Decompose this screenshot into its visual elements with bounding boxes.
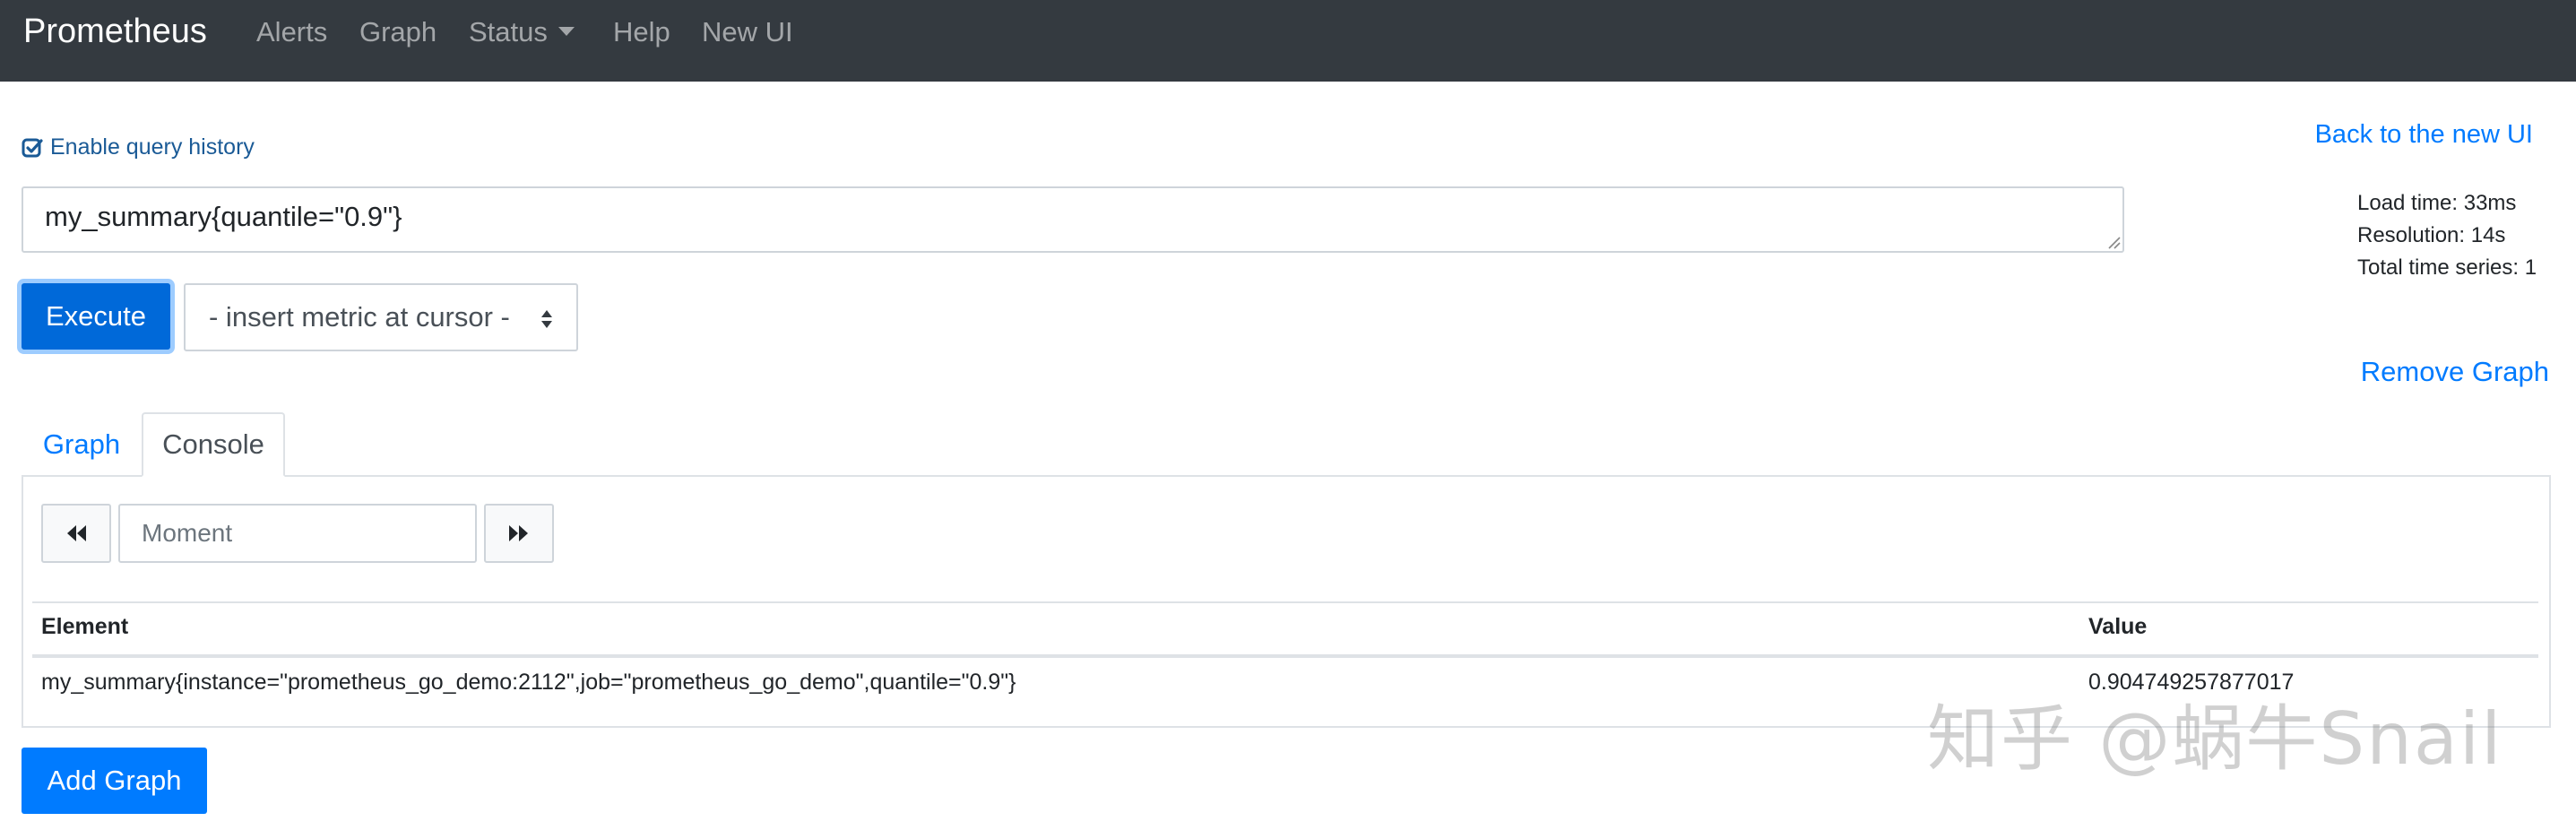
tab-console[interactable]: Console [142,412,285,477]
navbar: Prometheus Alerts Graph Status Help New … [0,0,2576,82]
column-header-element: Element [41,614,129,639]
nav-new-ui[interactable]: New UI [702,16,793,48]
moment-input[interactable] [118,504,477,563]
table-header-border [32,654,2538,658]
add-graph-button[interactable]: Add Graph [22,748,207,814]
remove-graph-link[interactable]: Remove Graph [2361,356,2549,388]
brand-link[interactable]: Prometheus [23,13,207,51]
back-to-new-ui-link[interactable]: Back to the new UI [2315,120,2533,150]
time-forward-button[interactable] [484,504,554,563]
query-history-label: Enable query history [50,134,255,160]
total-time-series: Total time series: 1 [2357,255,2537,280]
backward-icon [67,525,86,541]
query-history-toggle[interactable]: Enable query history [22,134,255,160]
resolution: Resolution: 14s [2357,223,2506,247]
nav-status-label: Status [469,16,548,48]
nav-alerts[interactable]: Alerts [256,16,327,48]
time-back-button[interactable] [41,504,111,563]
insert-metric-select-value: - insert metric at cursor - [209,301,510,333]
sort-icon [541,310,552,328]
forward-icon [509,525,528,541]
nav-status-dropdown[interactable]: Status [469,16,575,48]
nav-graph[interactable]: Graph [359,16,437,48]
execute-button[interactable]: Execute [22,283,170,350]
table-row-element: my_summary{instance="prometheus_go_demo:… [41,670,1016,695]
expression-input[interactable] [22,186,2124,253]
column-header-value: Value [2088,614,2148,639]
check-square-icon [22,138,43,157]
load-time: Load time: 33ms [2357,191,2517,215]
insert-metric-select[interactable]: - insert metric at cursor - [184,283,578,351]
nav-help[interactable]: Help [613,16,670,48]
query-stats: Load time: 33ms Resolution: 14s Total ti… [2357,187,2537,284]
resize-grip-icon[interactable] [2105,234,2122,250]
table-top-border [32,601,2538,603]
watermark: 知乎 @蜗牛Snail [1927,697,2503,781]
caret-down-icon [558,27,575,36]
tab-graph[interactable]: Graph [22,412,142,477]
